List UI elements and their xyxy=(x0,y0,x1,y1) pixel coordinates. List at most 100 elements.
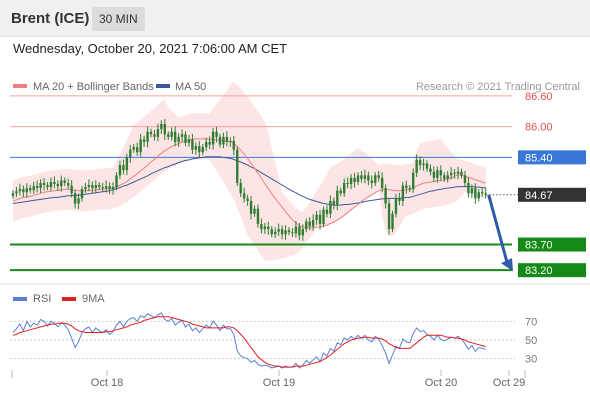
level-label-83-20: 83.20 xyxy=(525,265,553,277)
candle-body xyxy=(205,141,208,148)
candle-body xyxy=(405,185,408,189)
candle-body xyxy=(35,186,39,189)
candle-body xyxy=(305,221,308,230)
candle-body xyxy=(167,134,170,137)
candle-body xyxy=(56,184,60,187)
candle-body xyxy=(153,134,156,137)
candle-body xyxy=(211,131,215,145)
candle-body xyxy=(363,175,367,179)
level-label-86-60: 86.60 xyxy=(525,91,553,103)
candle-body xyxy=(418,159,422,166)
candle-body xyxy=(136,147,139,153)
candle-body xyxy=(222,136,225,145)
ma20-legend-swatch xyxy=(13,84,27,88)
candle-body xyxy=(277,229,280,232)
candle-body xyxy=(287,230,291,233)
rsi-tick-label: 50 xyxy=(525,335,537,347)
x-axis-label: Oct 19 xyxy=(263,377,295,389)
candle-body xyxy=(229,140,232,142)
level-label-86-00: 86.00 xyxy=(525,122,553,134)
candle-body xyxy=(474,188,477,199)
candle-body xyxy=(453,172,456,174)
candle-body xyxy=(298,226,301,236)
candle-body xyxy=(353,177,356,182)
candle-body xyxy=(32,186,35,191)
candle-body xyxy=(94,185,97,189)
candle-body xyxy=(132,147,135,150)
rsi-legend-label: RSI xyxy=(33,293,51,305)
candle-body xyxy=(308,221,311,227)
candle-body xyxy=(481,192,484,194)
candle-body xyxy=(463,175,467,183)
candle-body xyxy=(415,159,418,173)
rsi-ma-legend-swatch xyxy=(62,297,76,301)
x-axis-label: Oct 18 xyxy=(91,377,123,389)
candle-body xyxy=(315,214,318,220)
candle-body xyxy=(156,129,160,137)
candle-body xyxy=(429,168,432,172)
bollinger-band-fill xyxy=(13,81,486,261)
candle-body xyxy=(374,175,377,183)
candle-body xyxy=(170,131,173,137)
candle-body xyxy=(70,185,73,194)
candle-body xyxy=(160,124,163,130)
candle-body xyxy=(194,146,198,150)
candle-body xyxy=(201,147,204,153)
candle-body xyxy=(301,229,304,236)
candle-body xyxy=(104,186,108,189)
rsi-legend: RSI 9MA xyxy=(13,293,105,305)
candle-body xyxy=(208,141,211,145)
ma20-legend-label: MA 20 + Bollinger Bands xyxy=(33,81,154,93)
candle-body xyxy=(73,193,77,204)
research-credit: Research © 2021 Trading Central xyxy=(416,81,580,93)
candle-body xyxy=(436,170,439,178)
x-axis-label: Oct 20 xyxy=(425,377,457,389)
rsi-ma-line xyxy=(12,316,486,368)
candle-body xyxy=(346,183,349,185)
candle-body xyxy=(191,139,194,150)
candle-body xyxy=(284,230,287,235)
candle-body xyxy=(67,183,70,186)
candle-body xyxy=(25,188,28,193)
candle-body xyxy=(360,175,363,179)
candle-body xyxy=(408,188,411,190)
candle-body xyxy=(101,187,104,189)
candle-body xyxy=(446,175,449,179)
candle-body xyxy=(91,185,94,189)
candle-body xyxy=(367,175,370,181)
ma50-legend-label: MA 50 xyxy=(175,81,206,93)
candle-body xyxy=(139,139,142,153)
candle-body xyxy=(122,165,125,171)
candle-body xyxy=(343,183,346,194)
candle-body xyxy=(77,198,80,204)
candle-body xyxy=(336,190,339,205)
level-label-84-67: 84.67 xyxy=(525,190,553,202)
price-chart: MA 20 + Bollinger Bands MA 50 Research ©… xyxy=(0,81,590,389)
candle-body xyxy=(470,188,474,194)
candle-body xyxy=(129,149,132,158)
candle-body xyxy=(49,181,53,188)
candle-body xyxy=(449,172,453,176)
candle-body xyxy=(80,189,84,199)
candle-body xyxy=(401,185,405,201)
candle-body xyxy=(53,181,56,185)
candle-body xyxy=(425,163,429,169)
candle-body xyxy=(394,198,398,214)
candle-body xyxy=(84,187,87,190)
candle-body xyxy=(318,214,322,225)
candle-body xyxy=(412,172,415,190)
candle-body xyxy=(242,193,246,199)
candle-body xyxy=(149,131,153,135)
candle-body xyxy=(460,171,463,176)
candle-body xyxy=(218,136,222,145)
candle-body xyxy=(184,134,187,143)
candle-body xyxy=(456,171,460,174)
level-label-83-70: 83.70 xyxy=(525,240,553,252)
candle-body xyxy=(215,131,218,137)
candle-body xyxy=(291,232,294,234)
candle-body xyxy=(187,139,191,143)
rsi-tick-label: 70 xyxy=(525,316,537,328)
candle-body xyxy=(232,140,235,150)
candle-body xyxy=(111,187,115,190)
candle-body xyxy=(39,183,42,189)
